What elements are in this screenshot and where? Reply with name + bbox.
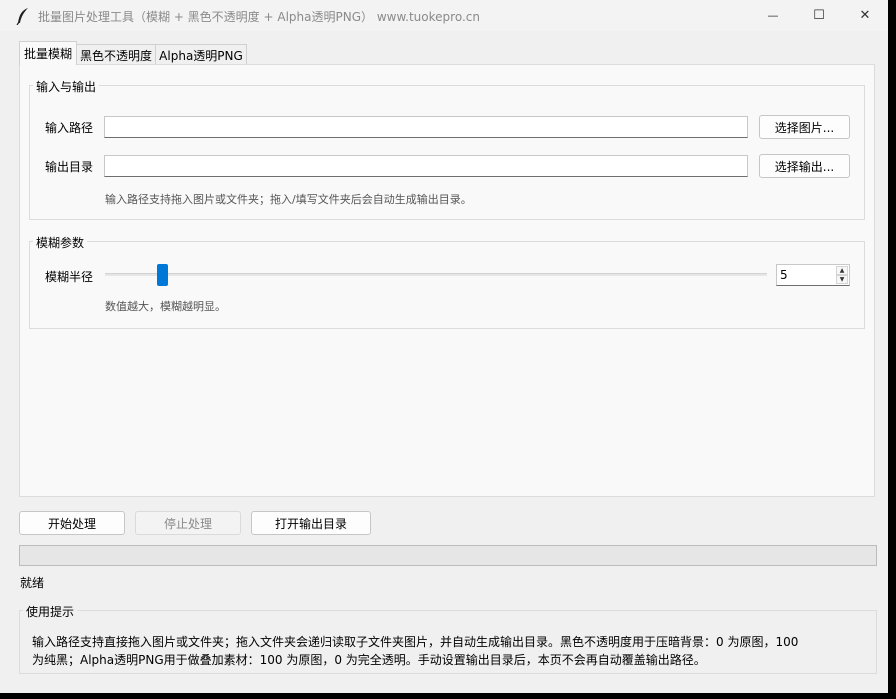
blur-group <box>29 241 865 329</box>
blur-radius-spinbox[interactable]: 5 ▲ ▼ <box>776 264 850 286</box>
window-title: 批量图片处理工具（模糊 + 黑色不透明度 + Alpha透明PNG） www.t… <box>38 10 480 24</box>
start-button[interactable]: 开始处理 <box>19 511 125 535</box>
tab-black-opacity[interactable]: 黑色不透明度 <box>76 44 156 66</box>
blur-hint: 数值越大，模糊越明显。 <box>105 300 226 313</box>
feather-icon <box>16 7 30 26</box>
minimize-button[interactable]: — <box>750 0 796 31</box>
status-text: 就绪 <box>20 576 45 590</box>
input-path-field[interactable] <box>104 116 748 138</box>
input-path-label: 输入路径 <box>45 121 94 135</box>
blur-group-title: 模糊参数 <box>33 234 88 251</box>
button-label: 选择输出... <box>774 159 835 174</box>
slider-thumb[interactable] <box>157 264 169 286</box>
tab-label: 批量模糊 <box>23 47 72 61</box>
button-label: 开始处理 <box>47 516 96 531</box>
output-dir-label: 输出目录 <box>45 160 94 174</box>
app-window: 批量图片处理工具（模糊 + 黑色不透明度 + Alpha透明PNG） www.t… <box>0 0 888 693</box>
tab-batch-blur[interactable]: 批量模糊 <box>19 41 77 65</box>
button-label: 停止处理 <box>163 516 212 531</box>
progress-bar <box>19 545 877 566</box>
choose-output-button[interactable]: 选择输出... <box>759 154 850 178</box>
close-button[interactable]: ✕ <box>842 0 888 31</box>
tips-line: 输入路径支持直接拖入图片或文件夹；拖入文件夹会递归读取子文件夹图片，并自动生成输… <box>32 635 799 649</box>
minimize-icon: — <box>767 9 779 22</box>
tips-text: 输入路径支持直接拖入图片或文件夹；拖入文件夹会递归读取子文件夹图片，并自动生成输… <box>32 633 812 669</box>
tab-label: Alpha透明PNG <box>159 49 243 63</box>
tips-line: 为纯黑；Alpha透明PNG用于做叠加素材：100 为原图，0 为完全透明。手动… <box>32 653 706 667</box>
close-icon: ✕ <box>859 8 871 23</box>
stop-button[interactable]: 停止处理 <box>135 511 241 535</box>
tab-alpha-png[interactable]: Alpha透明PNG <box>155 44 247 66</box>
title-bar[interactable]: 批量图片处理工具（模糊 + 黑色不透明度 + Alpha透明PNG） www.t… <box>0 0 888 31</box>
button-label: 打开输出目录 <box>274 516 347 531</box>
maximize-button[interactable]: ☐ <box>796 0 842 31</box>
output-dir-field[interactable] <box>104 155 748 177</box>
tips-title: 使用提示 <box>23 603 78 620</box>
tab-label: 黑色不透明度 <box>79 49 152 63</box>
io-group-title: 输入与输出 <box>33 78 100 95</box>
spinbox-value: 5 <box>780 268 788 282</box>
blur-radius-slider[interactable] <box>105 273 767 276</box>
choose-images-button[interactable]: 选择图片... <box>759 115 850 139</box>
maximize-icon: ☐ <box>813 8 825 23</box>
button-label: 选择图片... <box>774 120 835 135</box>
spin-down-icon[interactable]: ▼ <box>836 275 848 284</box>
open-output-button[interactable]: 打开输出目录 <box>251 511 371 535</box>
io-hint: 输入路径支持拖入图片或文件夹；拖入/填写文件夹后会自动生成输出目录。 <box>105 193 472 206</box>
blur-radius-label: 模糊半径 <box>45 270 94 284</box>
spin-up-icon[interactable]: ▲ <box>836 266 848 275</box>
